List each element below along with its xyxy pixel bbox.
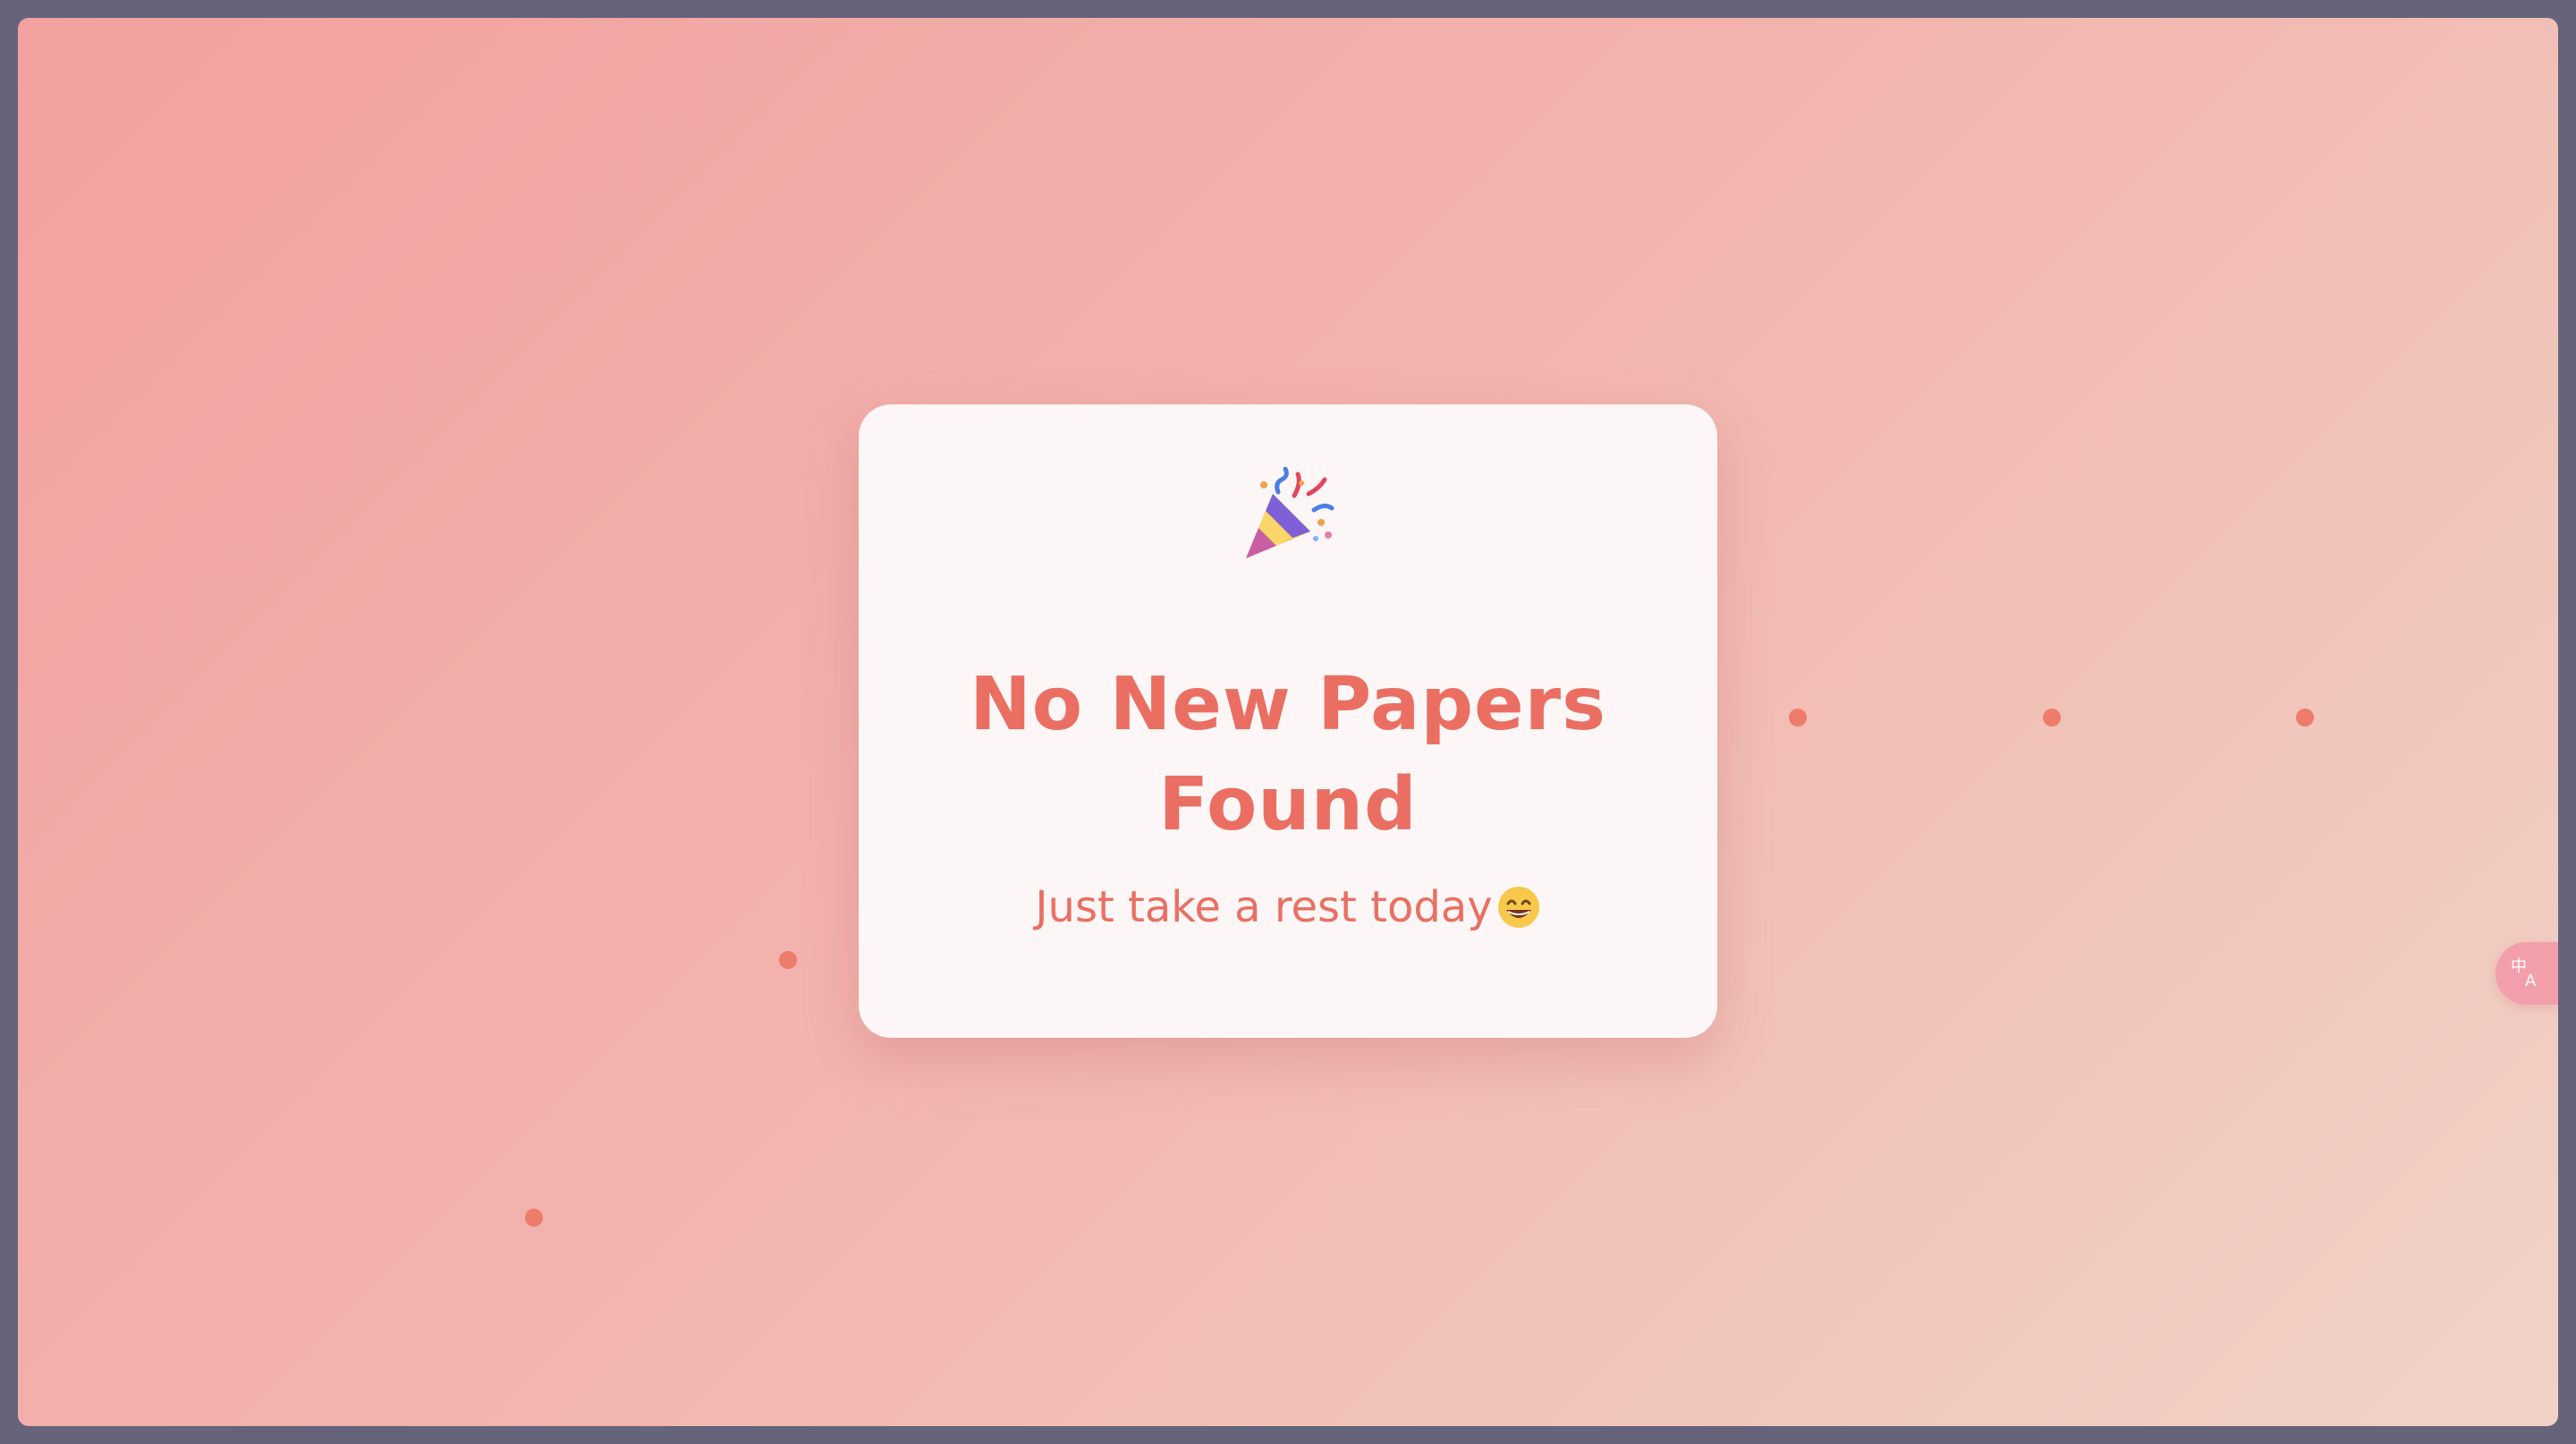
party-popper-icon	[859, 467, 1717, 565]
grinning-face-icon	[1496, 885, 1541, 930]
decorative-dot	[2296, 709, 2314, 726]
decorative-dot	[525, 1209, 543, 1227]
subtitle-text: Just take a rest today	[1035, 882, 1493, 932]
translate-icon: 中 A	[2509, 954, 2545, 994]
window-frame: No New Papers Found Just take a rest tod…	[0, 0, 2576, 1444]
translate-button[interactable]: 中 A	[2496, 942, 2558, 1005]
decorative-dot	[2043, 709, 2061, 726]
svg-text:A: A	[2525, 972, 2537, 990]
page-title: No New Papers Found	[970, 662, 1606, 847]
decorative-dot	[779, 951, 797, 969]
empty-state-card: No New Papers Found Just take a rest tod…	[859, 404, 1717, 1038]
decorative-dot	[1789, 709, 1807, 726]
page-viewport: No New Papers Found Just take a rest tod…	[18, 18, 2558, 1426]
subtitle: Just take a rest today	[894, 879, 1682, 936]
